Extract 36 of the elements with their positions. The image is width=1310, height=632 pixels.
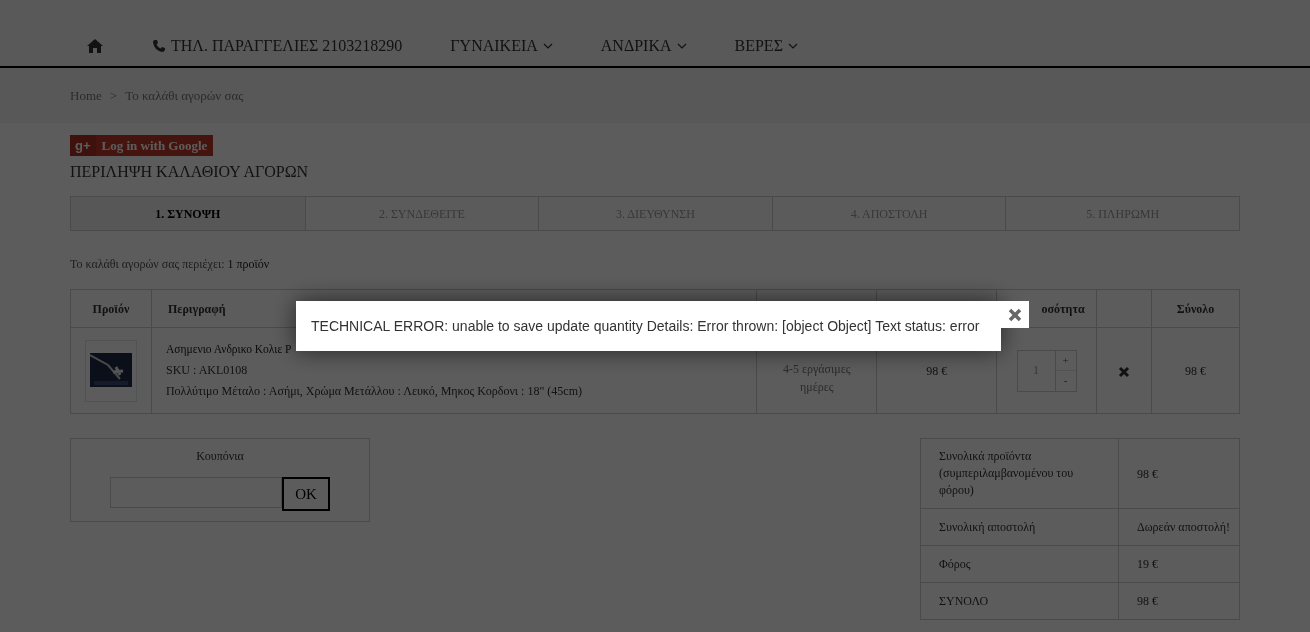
product-sku: SKU : AKL0108 [165,362,249,379]
breadcrumb-separator: > [109,86,118,105]
menu-dropdown[interactable]: ΒΕΡΕΣ [734,34,798,58]
home-icon[interactable] [86,38,104,54]
coupon-field[interactable] [110,477,282,508]
totals-label: Φόρος [939,556,971,571]
product-name-link[interactable]: Ασημενιο Ανδρικο Κολιε Ρ [165,339,292,360]
menu-dropdown[interactable]: ΑΝΔΡΙΚΑ [600,34,687,58]
line-total: 98 € [1185,363,1206,378]
totals-value: 98 € [1137,466,1158,481]
phone-link[interactable]: ΤΗΛ. ΠΑΡΑΓΓΕΛΙΕΣ 2103218290 [152,34,403,58]
phone-icon [152,39,166,53]
totals-value: Δωρεάν αποστολή! [1137,520,1230,534]
totals-label: ΣΥΝΟΛΟ [939,593,989,608]
cart-summary-text: Το καλάθι αγορών σας περιέχει: 1 προϊόν [70,256,271,273]
totals-label: Συνολική αποστολή [939,519,1036,534]
page-title: ΠΕΡΙΛΗΨΗ ΚΑΛΑΘΙΟΥ ΑΓΟΡΩΝ [70,162,310,182]
column-header: οσότητα [1041,301,1085,316]
totals-value: 19 € [1137,557,1158,571]
product-attributes: Πολλύτιμο Μέταλο : Ασήμι, Χρώμα Μετάλλου : Λευκό, Μηκος Κορδονι : 18" (45cm) [165,383,583,400]
error-message: TECHNICAL ERROR: unable to save update quantity Details: Error thrown: [object Object] Text status: error [311,316,980,336]
coupon-ok-button[interactable]: OK [282,477,330,511]
coupon-title: Κουπόνια [195,448,245,465]
caret-icon [787,42,798,50]
column-header: Προϊόν [92,301,130,316]
checkout-step-tab[interactable]: 1. ΣΥΝΟΨΗ [71,197,305,230]
unit-price: 98 € [926,363,948,378]
google-login-button[interactable]: g+ Log in with Google [70,135,214,156]
column-header: Σύνολο [1176,301,1215,316]
caret-icon [542,42,553,50]
totals-value: 98 € [1137,594,1158,608]
close-icon[interactable] [1008,307,1022,322]
caret-icon [676,42,687,50]
column-header: Περιγραφή [167,301,226,316]
totals-label: Συνολικά προϊόντα (συμπεριλαμβανομένου του φόρου) [939,449,1074,497]
menu-dropdown[interactable]: ΓΥΝΑΙΚΕΙΑ [450,34,553,58]
